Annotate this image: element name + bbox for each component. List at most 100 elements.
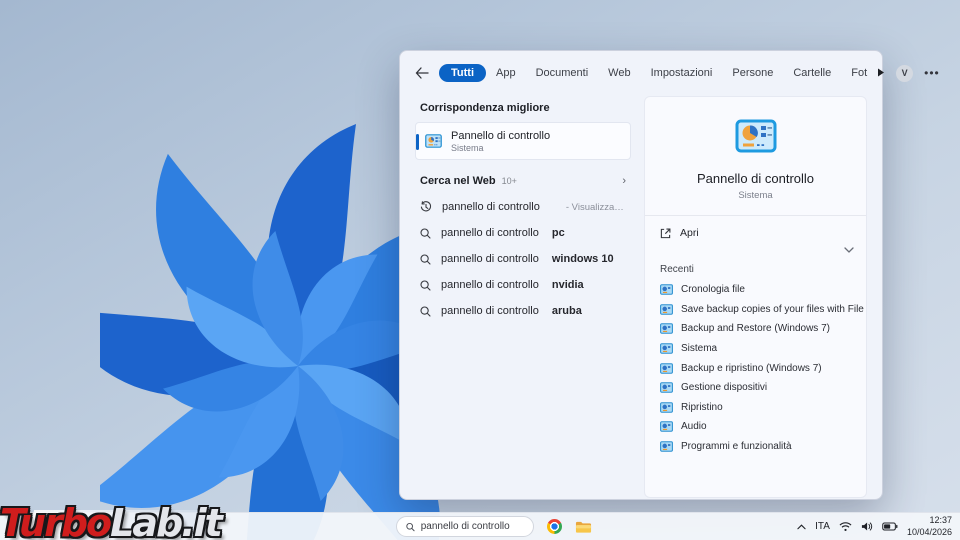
tab-persone[interactable]: Persone: [722, 64, 783, 82]
suggestion-suffix: nvidia: [552, 279, 584, 291]
web-search-heading[interactable]: Cerca nel Web 10+ ›: [415, 175, 631, 187]
suggestion-text: pannello di controllo: [441, 305, 539, 317]
web-search-title: Cerca nel Web: [420, 175, 496, 187]
best-match-item[interactable]: Pannello di controllo Sistema: [415, 122, 631, 160]
result-detail-panel: Pannello di controllo Sistema Apri Recen…: [644, 96, 867, 498]
best-match-text: Pannello di controllo Sistema: [451, 130, 550, 153]
volume-icon: [861, 521, 873, 532]
clock[interactable]: 12:37 10/04/2026: [907, 515, 952, 538]
search-window-body: Corrispondenza migliore Pannello di cont…: [400, 95, 882, 498]
recent-item[interactable]: Ripristino: [645, 398, 866, 418]
results-column: Corrispondenza migliore Pannello di cont…: [415, 95, 631, 498]
control-panel-icon: [660, 441, 673, 452]
recent-item[interactable]: Backup e ripristino (Windows 7): [645, 358, 866, 378]
chevron-up-icon: [797, 524, 806, 530]
recent-item-label: Cronologia file: [681, 284, 745, 295]
recent-item[interactable]: Backup and Restore (Windows 7): [645, 319, 866, 339]
battery-icon: [882, 522, 898, 531]
recent-item[interactable]: Audio: [645, 417, 866, 437]
best-match-subtitle: Sistema: [451, 143, 550, 153]
recent-heading: Recenti: [645, 255, 866, 280]
folder-icon: [575, 520, 592, 534]
recent-item-label: Audio: [681, 421, 707, 432]
recent-item[interactable]: Gestione dispositivi: [645, 378, 866, 398]
file-explorer-button[interactable]: [575, 520, 592, 534]
tab-app[interactable]: App: [486, 64, 526, 82]
suggestion-text: pannello di controllo: [442, 201, 540, 213]
control-panel-icon: [660, 343, 673, 354]
language-indicator[interactable]: ITA: [815, 521, 830, 532]
control-panel-icon: [660, 363, 673, 374]
tab-fot[interactable]: Fot: [841, 64, 877, 82]
battery-button[interactable]: [882, 522, 898, 531]
recent-item[interactable]: Sistema: [645, 339, 866, 359]
web-suggestion[interactable]: pannello di controllo pc: [415, 220, 631, 246]
start-button[interactable]: [368, 519, 383, 534]
tabs-right-group: V •••: [877, 65, 940, 82]
best-match-title: Pannello di controllo: [451, 130, 550, 142]
more-options-icon[interactable]: •••: [924, 70, 940, 76]
tab-documenti[interactable]: Documenti: [526, 64, 599, 82]
taskbar: ITA 12:37 10/04/2026: [0, 512, 960, 540]
web-suggestion[interactable]: pannello di controllo nvidia: [415, 272, 631, 298]
recent-item[interactable]: Cronologia file: [645, 280, 866, 300]
hidden-icons-button[interactable]: [797, 524, 806, 530]
control-panel-icon: [660, 402, 673, 413]
taskbar-search-input[interactable]: [421, 521, 524, 532]
web-suggestion[interactable]: pannello di controllo - Visualizza altri …: [415, 194, 631, 220]
open-external-icon: [660, 228, 671, 239]
search-filter-tabs: Tutti App Documenti Web Impostazioni Per…: [439, 64, 877, 82]
suggestion-suffix: windows 10: [552, 253, 614, 265]
best-match-heading: Corrispondenza migliore: [420, 102, 631, 114]
clock-date: 10/04/2026: [907, 527, 952, 539]
detail-title: Pannello di controllo: [645, 171, 866, 186]
taskbar-center-group: [368, 513, 592, 540]
open-action[interactable]: Apri: [645, 216, 866, 245]
web-suggestion[interactable]: pannello di controllo windows 10: [415, 246, 631, 272]
control-panel-icon: [660, 284, 673, 295]
web-suggestion[interactable]: pannello di controlloaruba: [415, 298, 631, 324]
recent-item[interactable]: Save backup copies of your files with Fi…: [645, 300, 866, 320]
tab-tutti[interactable]: Tutti: [439, 64, 486, 82]
search-icon: [406, 522, 415, 532]
recent-item-label: Gestione dispositivi: [681, 382, 767, 393]
search-icon: [420, 254, 431, 265]
search-filter-bar: Tutti App Documenti Web Impostazioni Per…: [400, 51, 882, 95]
suggestion-note: - Visualizza altri risultati...: [566, 202, 626, 213]
control-panel-icon: [660, 323, 673, 334]
recent-item-label: Programmi e funzionalità: [681, 441, 792, 452]
suggestion-text: pannello di controllo: [441, 253, 539, 265]
volume-button[interactable]: [861, 521, 873, 532]
history-icon: [420, 201, 432, 213]
network-flyout-button[interactable]: [839, 521, 852, 532]
chevron-right-icon: ›: [622, 175, 626, 187]
web-suggestions-list: pannello di controllo - Visualizza altri …: [415, 194, 631, 324]
recent-item-label: Ripristino: [681, 402, 723, 413]
expand-actions[interactable]: [645, 245, 866, 255]
tab-cartelle[interactable]: Cartelle: [783, 64, 841, 82]
tabs-overflow-icon[interactable]: [877, 68, 885, 79]
system-tray: ITA 12:37 10/04/2026: [797, 513, 952, 540]
control-panel-icon: [425, 134, 442, 148]
control-panel-icon: [660, 421, 673, 432]
control-panel-icon: [660, 304, 673, 315]
control-panel-icon-large: [734, 114, 778, 158]
open-action-label: Apri: [680, 227, 699, 239]
selection-accent-bar: [416, 134, 419, 150]
recent-item-label: Backup e ripristino (Windows 7): [681, 363, 822, 374]
tab-impostazioni[interactable]: Impostazioni: [641, 64, 723, 82]
suggestion-text: pannello di controllo: [441, 227, 539, 239]
wifi-icon: [839, 521, 852, 532]
web-search-count-badge: 10+: [502, 176, 517, 186]
taskbar-search-box[interactable]: [396, 516, 534, 537]
avatar[interactable]: V: [896, 65, 913, 82]
tab-web[interactable]: Web: [598, 64, 640, 82]
back-icon[interactable]: [415, 64, 429, 82]
suggestion-suffix: pc: [552, 227, 565, 239]
chrome-icon[interactable]: [547, 519, 562, 534]
search-flyout: Tutti App Documenti Web Impostazioni Per…: [399, 50, 883, 500]
recent-item-label: Sistema: [681, 343, 717, 354]
recent-item[interactable]: Programmi e funzionalità: [645, 437, 866, 457]
search-icon: [420, 280, 431, 291]
suggestion-text: pannello di controllo: [441, 279, 539, 291]
